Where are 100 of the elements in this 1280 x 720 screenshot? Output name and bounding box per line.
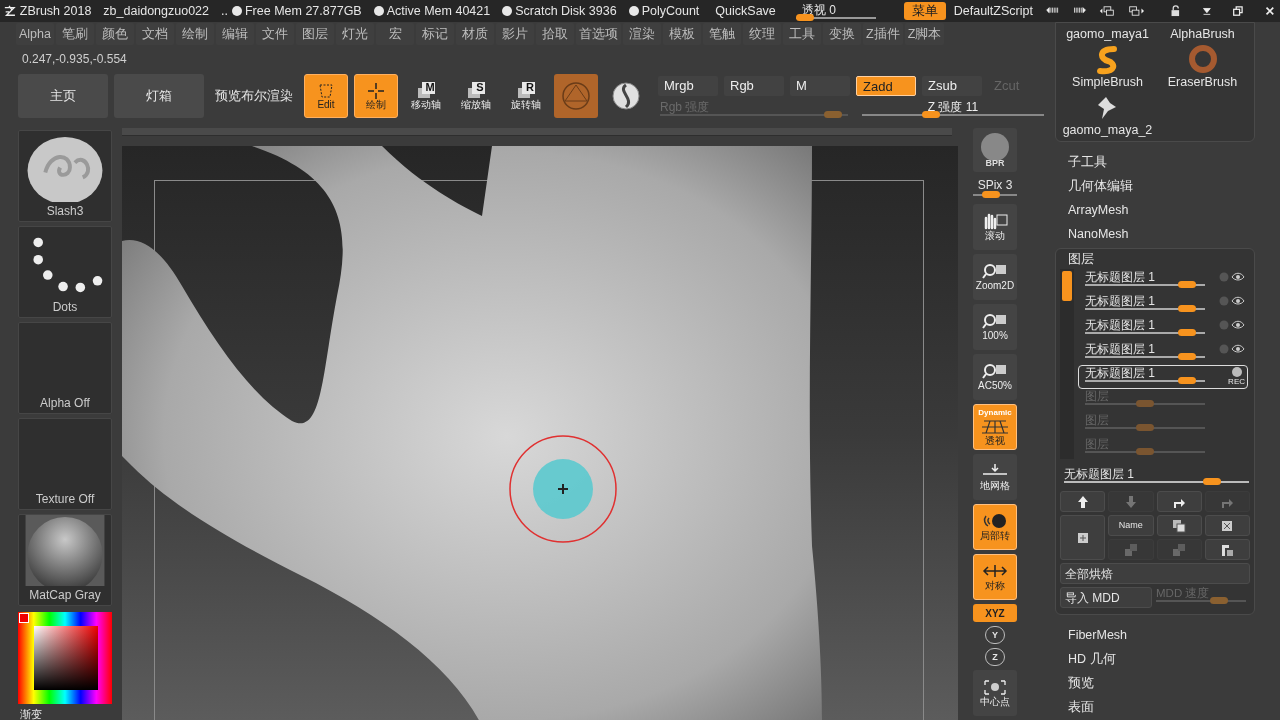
primary-color-swatch[interactable] [19,613,29,623]
mode-button[interactable]: Zsub [922,76,982,96]
mode-button[interactable]: Mrgb [658,76,718,96]
mode-button[interactable]: M [790,76,850,96]
brush-item[interactable]: EraserBrush [1155,41,1250,89]
menu-item[interactable]: 工具 [783,23,821,45]
menu-item[interactable]: 文档 [136,23,174,45]
xyz-rotate-button[interactable]: XYZ [973,604,1017,622]
menu-item[interactable]: Z插件 [863,23,903,45]
status-dot-icon [502,6,513,16]
view-tool-button[interactable]: 中心点 [973,670,1017,716]
tool-menu-item[interactable]: 表面 [1055,695,1280,719]
menu-item[interactable]: 标记 [416,23,454,45]
menu-item[interactable]: 绘制 [176,23,214,45]
layer-row[interactable]: 无标题图层 1 [1078,293,1248,317]
tool-menu-item[interactable]: ArrayMesh [1055,198,1280,222]
import-mdd-button[interactable]: 导入 MDD [1060,587,1152,608]
layer-row[interactable]: 无标题图层 1 [1078,317,1248,341]
menu-item[interactable]: 变换 [823,23,861,45]
palette-tile[interactable]: Slash3 [18,130,112,222]
menu-item[interactable]: 拾取 [536,23,574,45]
menu-item[interactable]: 笔刷 [56,23,94,45]
menu-button[interactable]: 菜单 [903,1,946,21]
menu-item[interactable]: 笔触 [703,23,741,45]
brush-item[interactable]: gaomo_maya1 [1060,23,1155,41]
view-tool-button[interactable]: 100% [973,304,1017,350]
layer-row[interactable]: 无标题图层 1 REC [1078,365,1248,389]
layers-scrollbar[interactable] [1060,269,1074,459]
menu-item[interactable]: Alpha [16,23,54,45]
tool-menu-item[interactable]: 几何体编辑 [1055,174,1280,198]
tool-menu-item[interactable]: NanoMesh [1055,222,1280,246]
menu-item[interactable]: Z脚本 [904,23,945,45]
menu-item[interactable]: 渲染 [623,23,661,45]
palette-tile[interactable]: Dots [18,226,112,318]
spix-slider-thumb[interactable] [981,191,1000,198]
view-tool-button[interactable]: 局部转 [973,504,1017,550]
layer-row[interactable]: 无标题图层 1 [1078,269,1248,293]
menu-item[interactable]: 宏 [376,23,414,45]
menu-item[interactable]: 灯光 [336,23,374,45]
view-tool-button[interactable]: Dynamic 透视 [973,404,1017,450]
palette-tile[interactable]: Alpha Off [18,322,112,414]
mode-button[interactable]: Rgb [724,76,784,96]
menu-item[interactable]: 颜色 [96,23,134,45]
layer-action-button[interactable]: Name [1108,515,1154,536]
layer-action-button[interactable] [1156,515,1202,536]
layer-action-button[interactable] [1204,539,1250,560]
toolbar-button[interactable]: 灯箱 [114,74,204,118]
menu-item[interactable]: 编辑 [216,23,254,45]
toolbar-tool-button[interactable]: 绘制 [354,74,398,118]
toolbar-tool-button[interactable]: Edit [304,74,348,118]
layer-action-button[interactable] [1060,491,1106,512]
menu-item[interactable]: 文件 [256,23,294,45]
layer-opacity-thumb[interactable] [1178,281,1196,288]
tool-menu-item[interactable]: FiberMesh [1055,623,1280,647]
menu-item[interactable]: 材质 [456,23,494,45]
toolbar-button[interactable]: 主页 [18,74,108,118]
view-tool-button[interactable]: AC50% [973,354,1017,400]
view-tool-button[interactable]: 地网格 [973,454,1017,500]
quicksave-button[interactable]: QuickSave [711,1,780,21]
palette-tile[interactable]: MatCap Gray [18,514,112,606]
mdd-speed-thumb[interactable] [1210,597,1228,604]
color-picker[interactable] [18,612,112,704]
menu-item[interactable]: 图层 [296,23,334,45]
layer-opacity-thumb[interactable] [1178,353,1196,360]
tool-menu-item[interactable]: 预览 [1055,671,1280,695]
slider-thumb[interactable] [922,111,941,118]
scrollbar-thumb[interactable] [1062,271,1072,301]
view-tool-button[interactable]: 对称 [973,554,1017,600]
view-tool-button[interactable]: Zoom2D [973,254,1017,300]
bake-all-button[interactable]: 全部烘焙 [1060,563,1250,584]
toolbar-tool-button[interactable]: S 缩放轴 [454,74,498,118]
empty-slot-thumb[interactable] [1136,400,1154,407]
toolbar-tool-button[interactable]: R 旋转轴 [504,74,548,118]
tool-menu-item[interactable]: HD 几何 [1055,647,1280,671]
layer-action-button[interactable] [1156,491,1202,512]
layer-opacity-thumb[interactable] [1178,329,1196,336]
layer-action-button[interactable] [1204,515,1250,536]
empty-slot-thumb[interactable] [1136,424,1154,431]
brush-item[interactable]: gaomo_maya_2 [1060,89,1155,137]
layer-opacity-thumb[interactable] [1178,377,1196,384]
matcap-sphere-icon [25,515,105,586]
toolbar-tool-button[interactable]: M 移动轴 [404,74,448,118]
empty-slot-thumb[interactable] [1136,448,1154,455]
current-layer-thumb[interactable] [1203,478,1221,485]
viewport-canvas[interactable] [122,145,958,720]
brush-item[interactable]: SimpleBrush [1060,41,1155,89]
bpr-render-button[interactable]: BPR [973,128,1017,172]
layer-opacity-thumb[interactable] [1178,305,1196,312]
layer-row[interactable]: 无标题图层 1 [1078,341,1248,365]
palette-tile[interactable]: Texture Off [18,418,112,510]
tool-menu-item[interactable]: 子工具 [1055,150,1280,174]
layer-action-button[interactable] [1060,515,1106,560]
mode-button[interactable]: Zadd [856,76,916,96]
menu-item[interactable]: 首选项 [576,23,621,45]
menu-item[interactable]: 纹理 [743,23,781,45]
view-tool-button[interactable]: 滚动 [973,204,1017,250]
menu-item[interactable]: 影片 [496,23,534,45]
perspective-slider-thumb[interactable] [796,13,815,21]
brush-item[interactable]: AlphaBrush [1155,23,1250,41]
menu-item[interactable]: 模板 [663,23,701,45]
